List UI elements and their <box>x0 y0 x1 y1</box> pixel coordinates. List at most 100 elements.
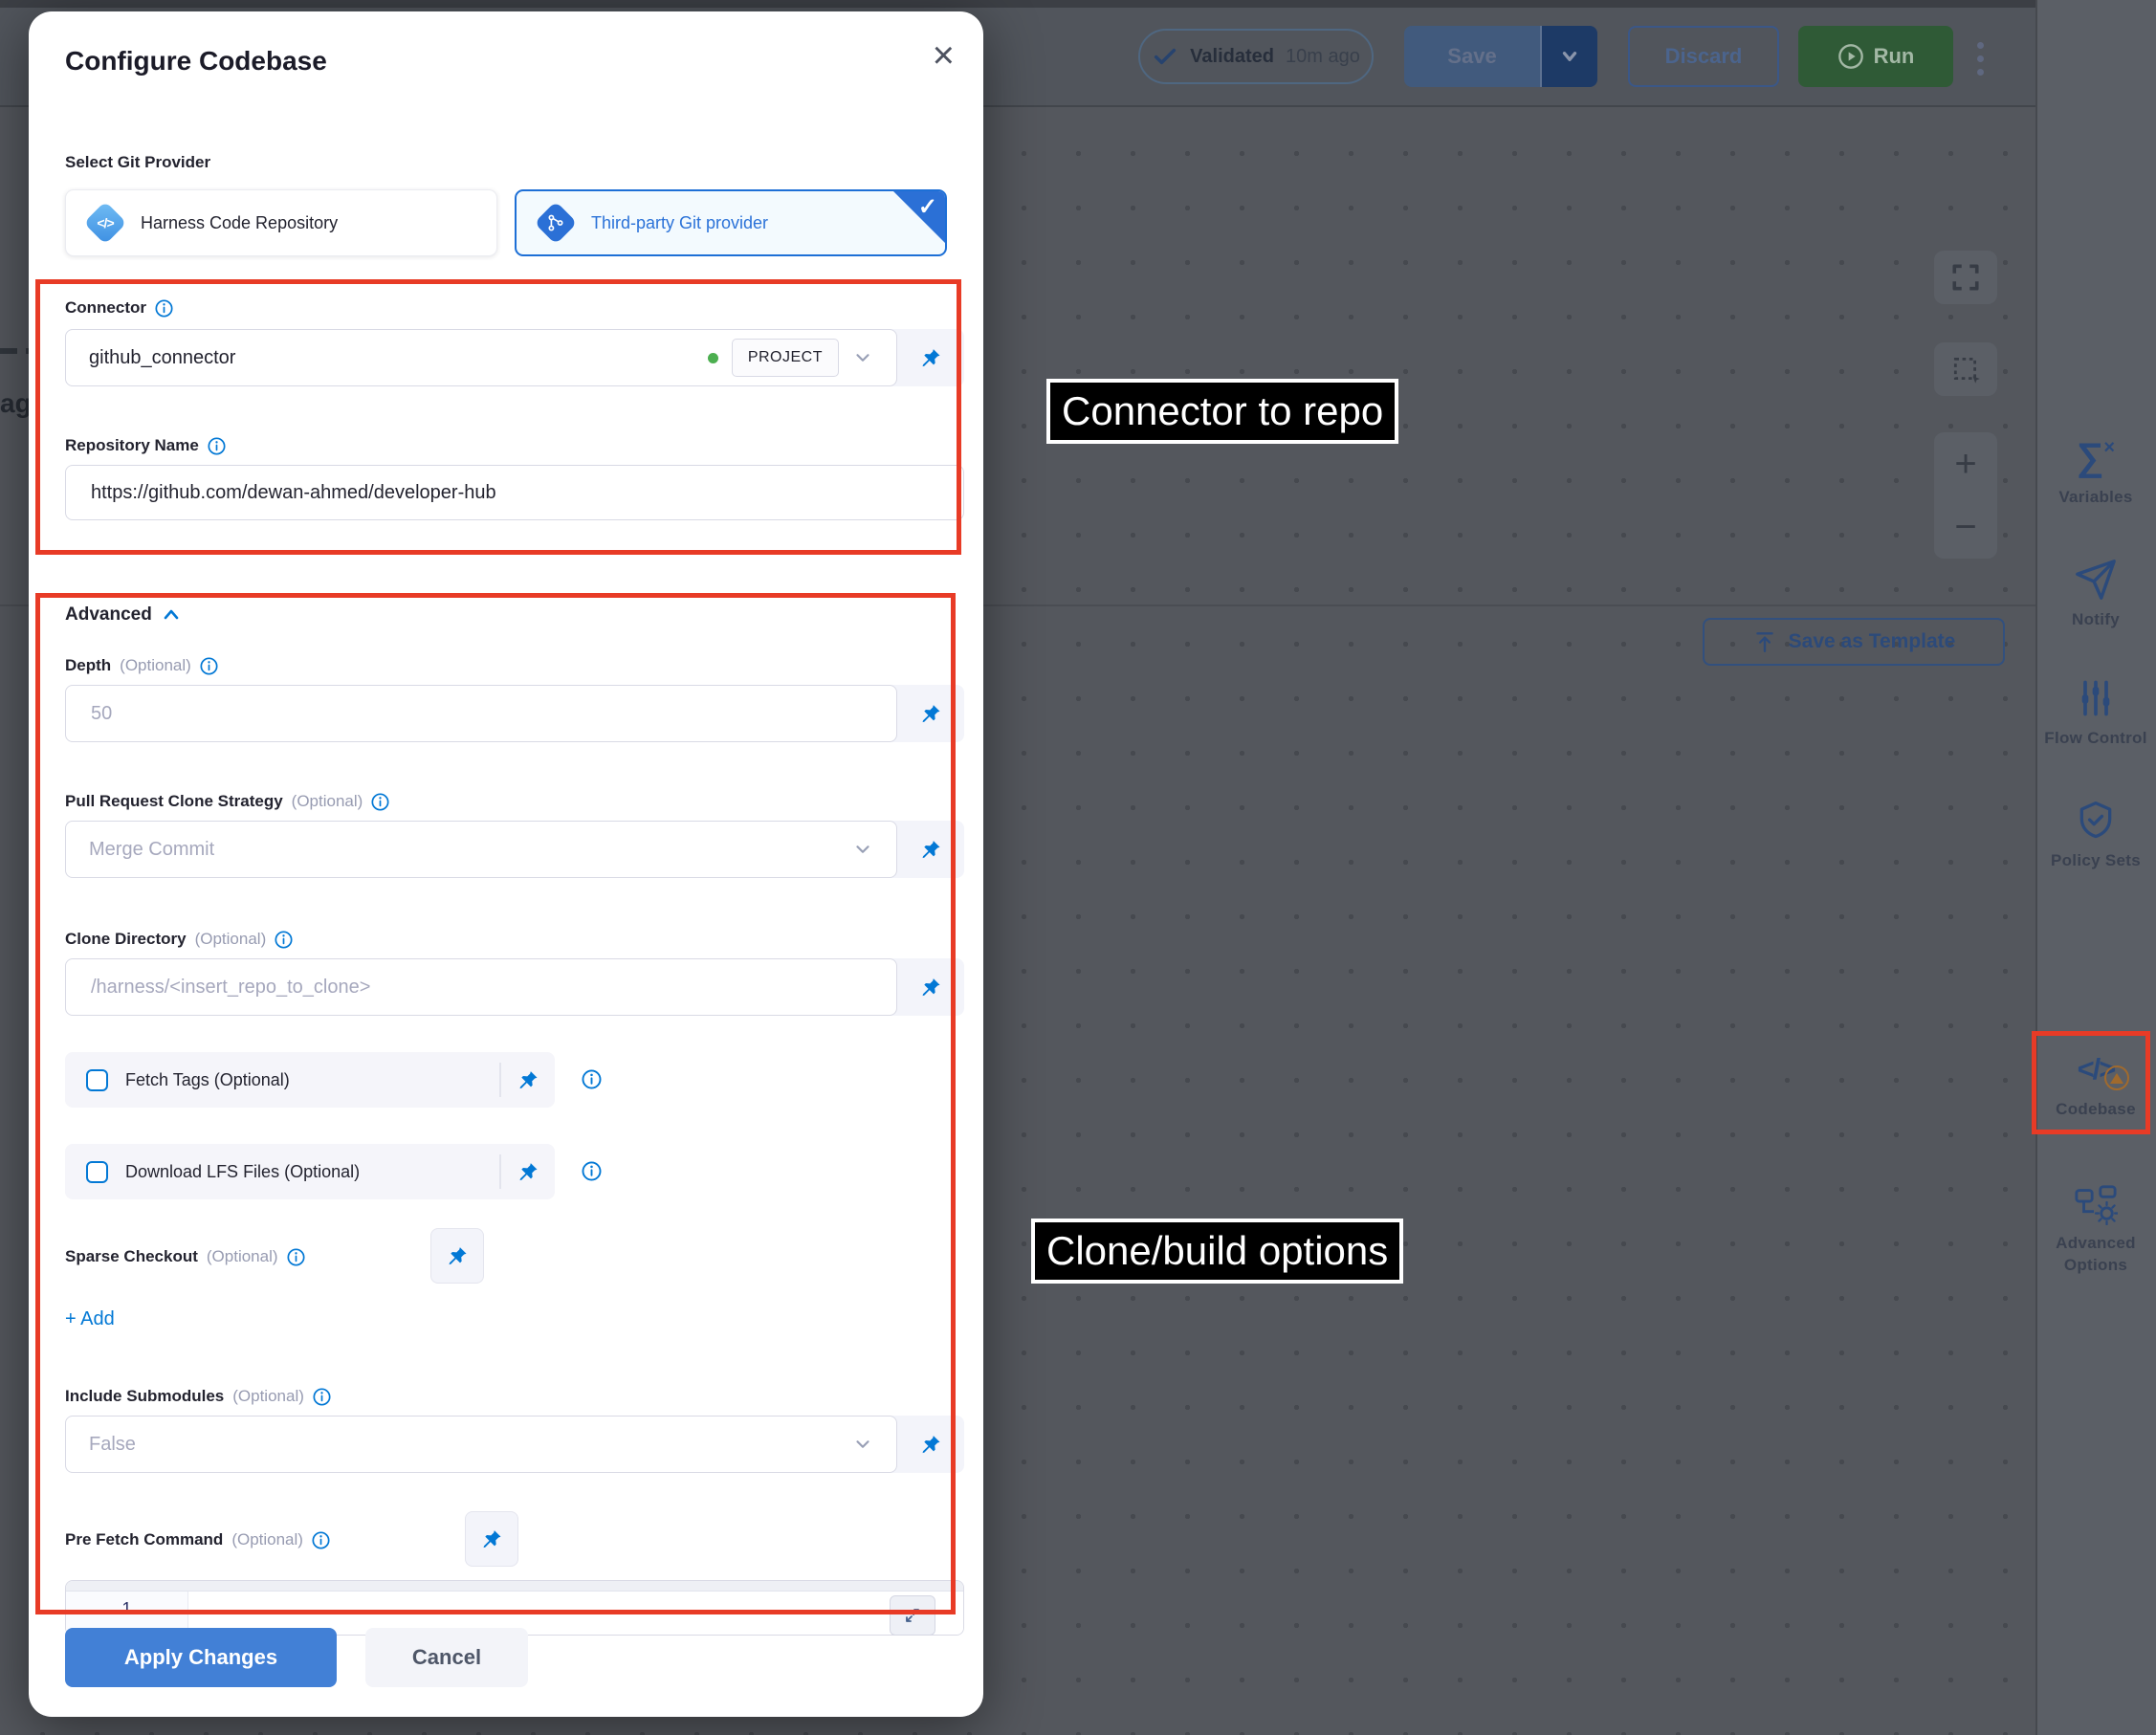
editor-expand-button[interactable] <box>890 1595 935 1636</box>
run-label: Run <box>1874 44 1915 69</box>
zoom-in-button[interactable]: + <box>1954 432 1976 495</box>
apply-changes-button[interactable]: Apply Changes <box>65 1628 337 1687</box>
policy-sets-icon <box>2075 796 2117 846</box>
provider-option-third-party[interactable]: Third-party Git provider ✓ <box>515 189 947 256</box>
connector-field: github_connector PROJECT <box>65 329 964 386</box>
expand-icon <box>904 1607 921 1624</box>
sidebar-item-label: Variables <box>2043 486 2148 508</box>
modal-title: Configure Codebase <box>65 46 327 77</box>
pin-icon <box>920 839 941 860</box>
pin-icon <box>517 1161 539 1182</box>
include-submodules-value: False <box>89 1434 839 1456</box>
clone-directory-input[interactable] <box>89 976 873 999</box>
clone-directory-pin-button[interactable] <box>897 958 964 1016</box>
pr-clone-strategy-select[interactable]: Merge Commit <box>65 821 897 878</box>
save-as-template-label: Save as Template <box>1789 630 1956 653</box>
optional-hint: (Optional) <box>195 930 267 949</box>
fetch-tags-row: Fetch Tags (Optional) <box>65 1052 555 1108</box>
sidebar-item-label: Policy Sets <box>2043 849 2148 871</box>
sidebar-item-label: Notify <box>2043 608 2148 630</box>
cancel-button[interactable]: Cancel <box>365 1628 528 1687</box>
depth-field <box>65 685 964 742</box>
sparse-checkout-label: Sparse Checkout <box>65 1247 198 1266</box>
pin-icon <box>447 1245 468 1266</box>
download-lfs-pin-button[interactable] <box>501 1161 555 1182</box>
depth-input[interactable] <box>89 702 873 726</box>
include-submodules-pin-button[interactable] <box>897 1416 964 1473</box>
pre-fetch-command-pin-button[interactable] <box>465 1511 518 1567</box>
info-icon[interactable] <box>200 657 218 675</box>
clone-directory-label: Clone Directory <box>65 930 187 949</box>
sparse-checkout-label-row: Sparse Checkout (Optional) <box>65 1247 305 1266</box>
depth-label: Depth <box>65 656 111 675</box>
zoom-out-button[interactable]: − <box>1954 495 1976 559</box>
flow-control-icon <box>2075 673 2117 723</box>
more-options-menu[interactable] <box>1969 34 1991 82</box>
sidebar-item-notify[interactable]: Notify <box>2035 555 2156 630</box>
depth-pin-button[interactable] <box>897 685 964 742</box>
notify-icon <box>2074 555 2118 604</box>
pin-icon <box>481 1528 502 1549</box>
add-sparse-checkout-link[interactable]: + Add <box>65 1308 115 1330</box>
connector-pin-button[interactable] <box>897 329 964 386</box>
optional-hint: (Optional) <box>207 1247 278 1266</box>
optional-hint: (Optional) <box>292 792 363 811</box>
sidebar-item-codebase[interactable]: </> Codebase <box>2035 1044 2156 1120</box>
chevron-down-icon[interactable] <box>852 347 873 368</box>
validated-time: 10m ago <box>1286 46 1360 68</box>
repository-name-label: Repository Name <box>65 436 199 455</box>
pr-clone-strategy-value: Merge Commit <box>89 839 839 861</box>
info-icon[interactable] <box>313 1388 331 1406</box>
marquee-select-button[interactable] <box>1934 342 1997 396</box>
scope-badge: PROJECT <box>732 339 839 377</box>
fetch-tags-pin-button[interactable] <box>501 1069 555 1090</box>
info-icon[interactable] <box>582 1069 602 1089</box>
sparse-checkout-pin-button[interactable] <box>430 1228 484 1284</box>
info-icon[interactable] <box>155 299 173 318</box>
pr-clone-strategy-label: Pull Request Clone Strategy <box>65 792 283 811</box>
info-icon[interactable] <box>275 931 293 949</box>
save-split-button: Save <box>1404 26 1597 87</box>
optional-hint: (Optional) <box>231 1530 303 1549</box>
pin-icon <box>517 1069 539 1090</box>
repository-name-input[interactable] <box>89 481 940 505</box>
codebase-warning-icon <box>2104 1065 2129 1090</box>
sidebar-item-policy-sets[interactable]: Policy Sets <box>2035 796 2156 871</box>
save-as-template-button[interactable]: Save as Template <box>1703 618 2005 666</box>
connector-select[interactable]: github_connector PROJECT <box>65 329 897 386</box>
pre-fetch-command-label-row: Pre Fetch Command (Optional) <box>65 1530 330 1549</box>
info-icon[interactable] <box>582 1161 602 1181</box>
advanced-options-icon <box>2074 1178 2118 1228</box>
include-submodules-select[interactable]: False <box>65 1416 897 1473</box>
chevron-down-icon <box>1559 46 1580 67</box>
sidebar-item-variables[interactable]: ∑× Variables <box>2035 432 2156 508</box>
top-strip <box>0 0 2035 8</box>
discard-button[interactable]: Discard <box>1628 26 1779 87</box>
provider-option-harness-code[interactable]: </> Harness Code Repository <box>65 189 497 256</box>
close-icon[interactable]: × <box>933 36 955 75</box>
repository-name-field-wrap <box>65 465 964 520</box>
info-icon[interactable] <box>287 1248 305 1266</box>
run-button[interactable]: Run <box>1798 26 1953 87</box>
advanced-section-toggle[interactable]: Advanced <box>65 604 181 626</box>
annotation-note-clone-build: Clone/build options <box>1031 1219 1403 1284</box>
pr-clone-strategy-pin-button[interactable] <box>897 821 964 878</box>
save-button[interactable]: Save <box>1404 26 1542 87</box>
sidebar-item-advanced-options[interactable]: Advanced Options <box>2035 1178 2156 1276</box>
validated-check-icon <box>1152 43 1178 70</box>
chevron-down-icon <box>852 1434 873 1455</box>
save-dropdown-button[interactable] <box>1542 26 1597 87</box>
depth-label-row: Depth (Optional) <box>65 656 218 675</box>
fullscreen-button[interactable] <box>1934 251 1997 304</box>
chevron-down-icon <box>852 839 873 860</box>
optional-hint: (Optional) <box>120 656 191 675</box>
marquee-select-icon <box>1950 354 1981 384</box>
sidebar-item-flow-control[interactable]: Flow Control <box>2035 673 2156 749</box>
fetch-tags-checkbox[interactable] <box>86 1069 108 1091</box>
selected-check-icon: ✓ <box>918 193 937 221</box>
info-icon[interactable] <box>208 437 226 455</box>
download-lfs-checkbox[interactable] <box>86 1161 108 1183</box>
info-icon[interactable] <box>371 793 389 811</box>
connector-label-row: Connector <box>65 298 173 318</box>
info-icon[interactable] <box>312 1531 330 1549</box>
